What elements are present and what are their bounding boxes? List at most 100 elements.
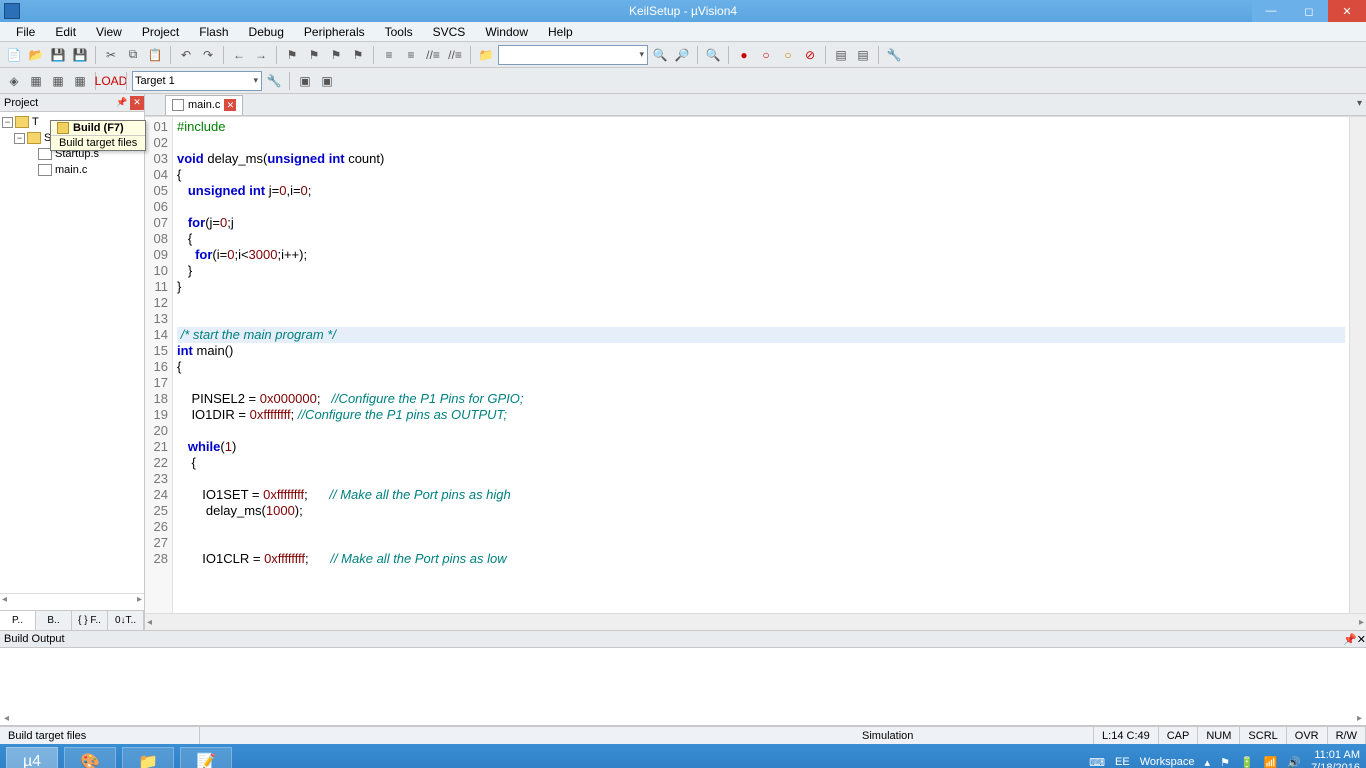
undo-button[interactable]: ↶ [176, 45, 196, 65]
new-file-button[interactable]: 📄 [4, 45, 24, 65]
indent-button[interactable]: ≡ [379, 45, 399, 65]
breakpoint-enable-button[interactable]: ○ [756, 45, 776, 65]
panel-pin-button[interactable]: 📌 [115, 96, 129, 110]
menu-help[interactable]: Help [538, 23, 583, 41]
open-file-button[interactable]: 📂 [26, 45, 46, 65]
target-combo[interactable]: Target 1 [132, 71, 262, 91]
bookmark-next-button[interactable]: ⚑ [326, 45, 346, 65]
status-rw: R/W [1328, 727, 1366, 744]
target-options-button[interactable]: 🔧 [264, 71, 284, 91]
tray-workspace[interactable]: Workspace [1140, 756, 1195, 768]
tree-file-main[interactable]: main.c [55, 164, 87, 176]
horizontal-scrollbar[interactable]: ◂▸ [145, 613, 1366, 630]
taskbar-app-paint[interactable]: 🎨 [64, 747, 116, 768]
tab-dropdown-button[interactable]: ▾ [1357, 98, 1362, 109]
manage-books-button[interactable]: ▣ [317, 71, 337, 91]
editor-tab-main[interactable]: main.c ✕ [165, 95, 243, 115]
code-content[interactable]: #include void delay_ms(unsigned int coun… [173, 117, 1349, 613]
uncomment-button[interactable]: //≡ [445, 45, 465, 65]
menu-svcs[interactable]: SVCS [423, 23, 476, 41]
menu-tools[interactable]: Tools [375, 23, 423, 41]
panel-close-button[interactable]: ✕ [130, 96, 144, 110]
bookmark-button[interactable]: ⚑ [282, 45, 302, 65]
menu-project[interactable]: Project [132, 23, 189, 41]
scroll-right-icon[interactable]: ▸ [137, 594, 142, 610]
tab-close-button[interactable]: ✕ [224, 99, 236, 111]
window-layout-button[interactable]: ▤ [831, 45, 851, 65]
scroll-left-icon[interactable]: ◂ [2, 594, 7, 610]
maximize-button[interactable]: ◻ [1290, 0, 1328, 22]
translate-button[interactable]: ◈ [4, 71, 24, 91]
find-button[interactable]: 🔍 [650, 45, 670, 65]
menu-debug[interactable]: Debug [239, 23, 294, 41]
breakpoint-disable-button[interactable]: ○ [778, 45, 798, 65]
flag-icon[interactable]: ⚑ [1220, 756, 1230, 768]
tree-expand-icon[interactable]: − [14, 133, 25, 144]
batch-build-button[interactable]: ▦ [70, 71, 90, 91]
network-icon[interactable]: 📶 [1264, 756, 1278, 768]
panel-close-button[interactable]: ✕ [1357, 633, 1366, 646]
configure-button[interactable]: 🔧 [884, 45, 904, 65]
save-all-button[interactable]: 💾 [70, 45, 90, 65]
project-tab-project[interactable]: P.. [0, 611, 36, 630]
taskbar-app-uvision[interactable]: µ4 [6, 747, 58, 768]
menu-window[interactable]: Window [475, 23, 538, 41]
breakpoint-kill-button[interactable]: ⊘ [800, 45, 820, 65]
code-editor[interactable]: 0102030405060708091011121314151617181920… [145, 116, 1366, 613]
keyboard-icon[interactable]: ⌨ [1089, 756, 1105, 768]
scroll-left-icon[interactable]: ◂ [4, 713, 9, 724]
project-tree[interactable]: − T − Source Group Startup.s main.c [0, 112, 144, 593]
download-button[interactable]: LOAD [101, 71, 121, 91]
vertical-scrollbar[interactable] [1349, 117, 1366, 613]
build-tooltip: Build (F7) Build target files [50, 120, 146, 151]
build-output[interactable]: ◂ ▸ [0, 648, 1366, 726]
incremental-find-button[interactable]: 🔎 [672, 45, 692, 65]
close-button[interactable]: ✕ [1328, 0, 1366, 22]
nav-back-button[interactable]: ← [229, 45, 249, 65]
battery-icon[interactable]: 🔋 [1240, 756, 1254, 768]
tree-target[interactable]: T [32, 116, 39, 128]
bookmark-prev-button[interactable]: ⚑ [304, 45, 324, 65]
manage-components-button[interactable]: ▣ [295, 71, 315, 91]
paste-button[interactable]: 📋 [145, 45, 165, 65]
editor-tabs: main.c ✕ ▾ [145, 94, 1366, 116]
menu-view[interactable]: View [86, 23, 132, 41]
project-tab-books[interactable]: B.. [36, 611, 72, 630]
tree-expand-icon[interactable]: − [2, 117, 13, 128]
menu-file[interactable]: File [6, 23, 45, 41]
cut-button[interactable]: ✂ [101, 45, 121, 65]
debug-button[interactable]: 🔍 [703, 45, 723, 65]
project-tab-functions[interactable]: { } F.. [72, 611, 108, 630]
redo-button[interactable]: ↷ [198, 45, 218, 65]
bookmark-clear-button[interactable]: ⚑ [348, 45, 368, 65]
copy-button[interactable]: ⧉ [123, 45, 143, 65]
rebuild-button[interactable]: ▦ [48, 71, 68, 91]
menu-peripherals[interactable]: Peripherals [294, 23, 375, 41]
taskbar-app-notepad[interactable]: 📝 [180, 747, 232, 768]
save-button[interactable]: 💾 [48, 45, 68, 65]
breakpoint-insert-button[interactable]: ● [734, 45, 754, 65]
nav-forward-button[interactable]: → [251, 45, 271, 65]
project-panel: Project 📌 ✕ − T − Source Group Startup.s [0, 94, 145, 630]
minimize-button[interactable]: — [1252, 0, 1290, 22]
build-button[interactable]: ▦ [26, 71, 46, 91]
tray-clock[interactable]: 11:01 AM 7/18/2016 [1311, 749, 1360, 768]
find-in-files-button[interactable]: 📁 [476, 45, 496, 65]
window-controls: — ◻ ✕ [1252, 0, 1366, 22]
find-combo[interactable] [498, 45, 648, 65]
scroll-right-icon[interactable]: ▸ [1357, 713, 1362, 724]
tray-lang[interactable]: EE [1115, 756, 1130, 768]
build-output-header: Build Output 📌 ✕ [0, 630, 1366, 648]
volume-icon[interactable]: 🔊 [1287, 756, 1301, 768]
menu-edit[interactable]: Edit [45, 23, 86, 41]
outdent-button[interactable]: ≡ [401, 45, 421, 65]
window-layout2-button[interactable]: ▤ [853, 45, 873, 65]
taskbar-app-explorer[interactable]: 📁 [122, 747, 174, 768]
comment-button[interactable]: //≡ [423, 45, 443, 65]
status-cursor-pos: L:14 C:49 [1094, 727, 1159, 744]
work-area: Project 📌 ✕ − T − Source Group Startup.s [0, 94, 1366, 630]
project-tab-templates[interactable]: 0↓T.. [108, 611, 144, 630]
panel-pin-button[interactable]: 📌 [1343, 633, 1357, 646]
menu-flash[interactable]: Flash [189, 23, 238, 41]
chevron-up-icon[interactable]: ▴ [1205, 756, 1211, 768]
